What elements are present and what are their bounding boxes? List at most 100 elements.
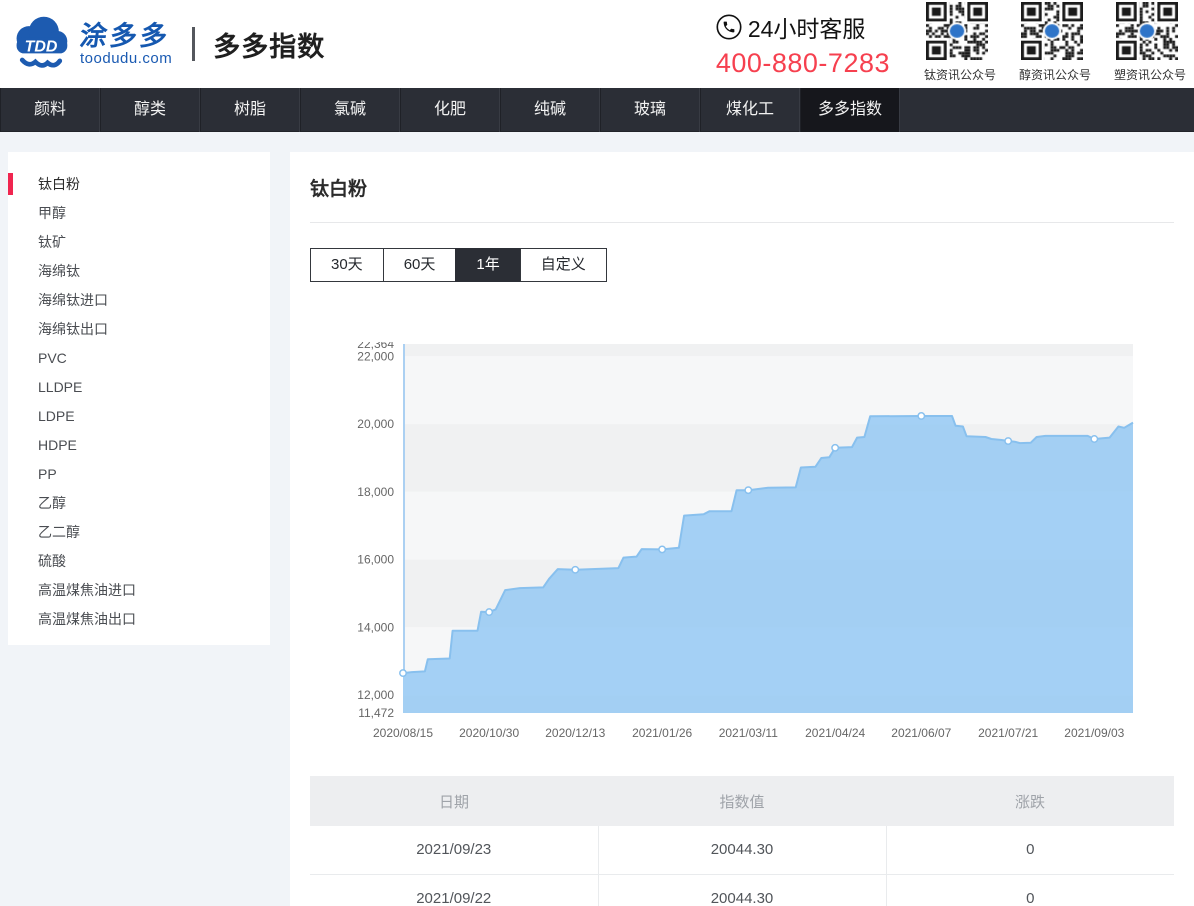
sidebar-item-ethanol[interactable]: 乙醇	[8, 489, 270, 518]
sidebar-item-coal-tar-export[interactable]: 高温煤焦油出口	[8, 605, 270, 634]
sidebar-item-coal-tar-import[interactable]: 高温煤焦油进口	[8, 576, 270, 605]
y-axis-label: 18,000	[357, 485, 394, 499]
time-range-button-group: 30天 60天 1年 自定义	[310, 248, 607, 282]
y-axis-label: 14,000	[357, 620, 394, 634]
column-header-change: 涨跌	[886, 776, 1174, 826]
nav-item-coal-chemical[interactable]: 煤化工	[700, 88, 800, 132]
data-point-marker	[1091, 436, 1097, 442]
sidebar-item-label: 甲醇	[38, 205, 66, 221]
qr-item-titanium-news: 钛资讯公众号	[924, 2, 990, 83]
x-axis-label: 2021/01/26	[632, 726, 692, 740]
y-axis-label: 22,000	[357, 349, 394, 363]
range-button-30d[interactable]: 30天	[310, 248, 384, 282]
qr-label: 塑资讯公众号	[1114, 66, 1180, 83]
cell-index-value: 20044.30	[598, 826, 886, 874]
sidebar-item-label: 乙醇	[38, 495, 66, 511]
site-header: TDD 涂多多 toodudu.com 多多指数 24小时客服 400-880-…	[0, 0, 1194, 88]
qr-label: 钛资讯公众号	[924, 66, 990, 83]
sidebar-item-label: 钛矿	[38, 234, 66, 250]
brand-block: 涂多多 toodudu.com	[80, 21, 172, 67]
chart-band	[403, 356, 1133, 424]
sidebar-item-label: 乙二醇	[38, 524, 80, 540]
x-axis-label: 2021/07/21	[978, 726, 1038, 740]
sidebar-item-label: 高温煤焦油进口	[38, 582, 136, 598]
x-axis-label: 2020/12/13	[545, 726, 605, 740]
cell-change: 0	[886, 874, 1174, 906]
brand-name: 涂多多	[78, 21, 174, 51]
sidebar-item-label: 海绵钛出口	[38, 321, 108, 337]
sidebar-item-titanium-ore[interactable]: 钛矿	[8, 228, 270, 257]
page-title: 钛白粉	[310, 174, 1174, 201]
sidebar-item-titanium-sponge-export[interactable]: 海绵钛出口	[8, 315, 270, 344]
x-axis-label: 2021/06/07	[891, 726, 951, 740]
page-section-title: 多多指数	[213, 25, 325, 64]
sidebar-item-titanium-sponge-import[interactable]: 海绵钛进口	[8, 286, 270, 315]
data-point-marker	[918, 413, 924, 419]
data-point-marker	[745, 487, 751, 493]
title-divider	[310, 222, 1174, 223]
sidebar-item-label: 钛白粉	[38, 176, 80, 192]
qr-item-plastic-news: 塑资讯公众号	[1114, 2, 1180, 83]
logo-badge-text: TDD	[25, 39, 58, 56]
qr-code-canvas	[926, 2, 988, 60]
index-area-chart[interactable]: 22,36422,00020,00018,00016,00014,00012,0…	[310, 342, 1174, 744]
sidebar-item-titanium-dioxide[interactable]: 钛白粉	[8, 170, 270, 199]
cell-date: 2021/09/23	[310, 826, 598, 874]
data-point-marker	[486, 609, 492, 615]
page-body: 钛白粉 甲醇 钛矿 海绵钛 海绵钛进口 海绵钛出口 PVC LLDPE LDPE…	[0, 132, 1194, 906]
sidebar-item-hdpe[interactable]: HDPE	[8, 431, 270, 460]
sidebar-item-label: 高温煤焦油出口	[38, 611, 136, 627]
column-header-index-value: 指数值	[598, 776, 886, 826]
data-point-marker	[659, 546, 665, 552]
cell-change: 0	[886, 826, 1174, 874]
nav-item-glass[interactable]: 玻璃	[600, 88, 700, 132]
sidebar-item-meg[interactable]: 乙二醇	[8, 518, 270, 547]
nav-item-pigments[interactable]: 颜料	[0, 88, 100, 132]
sidebar: 钛白粉 甲醇 钛矿 海绵钛 海绵钛进口 海绵钛出口 PVC LLDPE LDPE…	[8, 152, 270, 645]
sidebar-item-label: 硫酸	[38, 553, 66, 569]
qr-code-group: 钛资讯公众号 醇资讯公众号 塑资讯公众号	[924, 2, 1180, 83]
service-phone-number[interactable]: 400-880-7283	[716, 48, 890, 79]
nav-item-fertilizer[interactable]: 化肥	[400, 88, 500, 132]
range-button-custom[interactable]: 自定义	[520, 248, 607, 282]
sidebar-item-methanol[interactable]: 甲醇	[8, 199, 270, 228]
active-indicator-bar	[8, 173, 13, 195]
sidebar-item-sulfuric-acid[interactable]: 硫酸	[8, 547, 270, 576]
sidebar-item-pvc[interactable]: PVC	[8, 344, 270, 373]
sidebar-item-pp[interactable]: PP	[8, 460, 270, 489]
logo[interactable]: TDD 涂多多 toodudu.com	[10, 14, 172, 74]
x-axis-label: 2020/10/30	[459, 726, 519, 740]
main-content: 钛白粉 30天 60天 1年 自定义 22,36422,00020,00018,…	[290, 152, 1194, 906]
sidebar-item-titanium-sponge[interactable]: 海绵钛	[8, 257, 270, 286]
range-button-1y[interactable]: 1年	[455, 248, 520, 282]
nav-item-resins[interactable]: 树脂	[200, 88, 300, 132]
nav-item-dodo-index[interactable]: 多多指数	[800, 88, 900, 132]
nav-item-alcohols[interactable]: 醇类	[100, 88, 200, 132]
index-data-table: 日期 指数值 涨跌 2021/09/23 20044.30 0 2021/09/…	[310, 776, 1174, 906]
logo-cloud-icon: TDD	[10, 14, 72, 74]
x-axis-label: 2021/09/03	[1064, 726, 1124, 740]
cell-date: 2021/09/22	[310, 874, 598, 906]
brand-domain: toodudu.com	[80, 51, 172, 67]
service-hotline-label: 24小时客服	[748, 10, 866, 44]
chart-band	[403, 344, 1133, 356]
sidebar-item-label: 海绵钛	[38, 263, 80, 279]
column-header-date: 日期	[310, 776, 598, 826]
nav-item-soda-ash[interactable]: 纯碱	[500, 88, 600, 132]
x-axis-label: 2020/08/15	[373, 726, 433, 740]
sidebar-item-label: PVC	[38, 350, 67, 366]
table-header-row: 日期 指数值 涨跌	[310, 776, 1174, 826]
nav-item-chlor-alkali[interactable]: 氯碱	[300, 88, 400, 132]
sidebar-item-lldpe[interactable]: LLDPE	[8, 373, 270, 402]
sidebar-item-label: LLDPE	[38, 379, 82, 395]
x-axis-label: 2021/03/11	[719, 726, 778, 740]
table-row[interactable]: 2021/09/23 20044.30 0	[310, 826, 1174, 874]
range-button-60d[interactable]: 60天	[383, 248, 457, 282]
sidebar-item-ldpe[interactable]: LDPE	[8, 402, 270, 431]
y-axis-label: 20,000	[357, 417, 394, 431]
table-row[interactable]: 2021/09/22 20044.30 0	[310, 874, 1174, 906]
customer-service-block: 24小时客服 400-880-7283	[716, 10, 890, 79]
sidebar-item-label: HDPE	[38, 437, 77, 453]
y-axis-label: 12,000	[357, 688, 394, 702]
cell-index-value: 20044.30	[598, 874, 886, 906]
